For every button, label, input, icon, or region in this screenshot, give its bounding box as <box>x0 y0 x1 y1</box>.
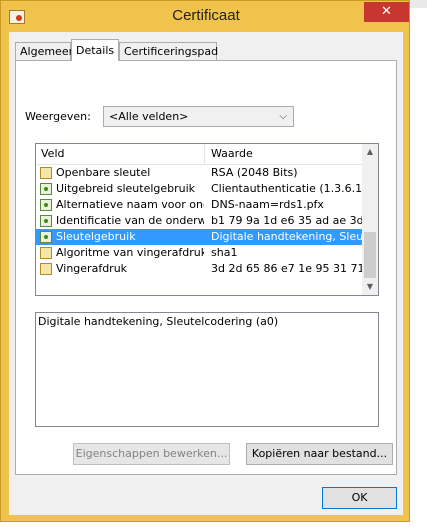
tab-details[interactable]: Details <box>71 39 119 61</box>
background-window <box>408 0 427 530</box>
show-label: Weergeven: <box>25 110 91 123</box>
show-dropdown-value: <Alle velden> <box>109 110 189 123</box>
tab-certification-path[interactable]: Certificeringspad <box>119 42 218 60</box>
list-header: Veld Waarde <box>36 144 363 165</box>
tab-general[interactable]: Algemeen <box>15 42 76 60</box>
column-header-field[interactable]: Veld <box>41 147 64 160</box>
list-item[interactable]: Openbare sleutel RSA (2048 Bits) <box>36 165 363 181</box>
column-header-value[interactable]: Waarde <box>211 147 253 160</box>
list-item[interactable]: Vingerafdruk 3d 2d 65 86 e7 1e 95 31 71 … <box>36 261 363 277</box>
extension-icon <box>40 199 52 211</box>
list-scrollbar[interactable]: ▲ ▼ <box>362 144 378 295</box>
ok-button[interactable]: OK <box>322 487 397 509</box>
dialog-client-area: Algemeen Details Certificeringspad Weerg… <box>9 32 403 515</box>
extension-icon <box>40 215 52 227</box>
extension-icon <box>40 231 52 243</box>
list-item[interactable]: Algoritme van vingerafdruk sha1 <box>36 245 363 261</box>
list-item-selected[interactable]: Sleutelgebruik Digitale handtekening, Sl… <box>36 229 363 245</box>
chevron-down-icon: ⌵ <box>279 111 287 122</box>
list-item[interactable]: Uitgebreid sleutelgebruik Clientauthenti… <box>36 181 363 197</box>
scroll-thumb[interactable] <box>364 232 376 278</box>
show-dropdown[interactable]: <Alle velden> ⌵ <box>103 106 294 127</box>
edit-properties-button[interactable]: Eigenschappen bewerken... <box>73 443 230 465</box>
field-icon <box>40 247 52 259</box>
list-item[interactable]: Identificatie van de onderw... b1 79 9a … <box>36 213 363 229</box>
field-icon <box>40 167 52 179</box>
field-icon <box>40 263 52 275</box>
list-item[interactable]: Alternatieve naam voor ond... DNS-naam=r… <box>36 197 363 213</box>
scroll-down-icon[interactable]: ▼ <box>362 279 378 295</box>
scroll-up-icon[interactable]: ▲ <box>362 144 378 160</box>
window-title: Certificaat <box>172 7 240 24</box>
extension-icon <box>40 183 52 195</box>
certificate-dialog: Certificaat ✕ Algemeen Details Certifice… <box>0 0 410 522</box>
copy-to-file-button[interactable]: Kopiëren naar bestand... <box>246 443 393 465</box>
close-button[interactable]: ✕ <box>364 2 409 22</box>
details-panel: Weergeven: <Alle velden> ⌵ Veld Waarde O… <box>15 60 397 475</box>
field-detail-textbox[interactable]: Digitale handtekening, Sleutelcodering (… <box>35 312 379 427</box>
fields-list[interactable]: Veld Waarde Openbare sleutel RSA (2048 B… <box>35 143 379 296</box>
